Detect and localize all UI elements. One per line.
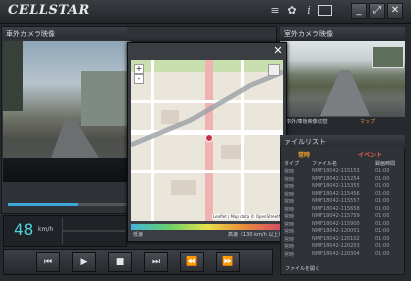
app-window: CELLSTAR ≡ ✿ i _ ⤢ ✕ 車外カメラ映像 室外カメラ映像 車外/… — [0, 0, 411, 281]
column-filename[interactable]: ファイル名 — [312, 160, 337, 167]
cell-time: 01:00 — [375, 168, 390, 174]
table-row[interactable]: 常時 NMF18042-115355 01:00 — [283, 183, 403, 190]
cell-type: 常時 — [284, 244, 295, 250]
table-row[interactable]: 常時 NMF18042-115557 01:00 — [283, 198, 403, 205]
cell-type: 常時 — [284, 236, 295, 243]
cell-name: NMF18042-115456 — [312, 190, 360, 197]
cell-name: NMF18042-120001 — [312, 228, 360, 234]
table-row[interactable]: 常時 NMF18042-115759 01:00 — [283, 213, 403, 220]
map-zoom-in-button[interactable]: + — [134, 64, 144, 74]
camera-icon[interactable] — [318, 5, 332, 16]
tab-normal[interactable]: 常時 — [298, 150, 310, 159]
cell-time: 01:00 — [375, 213, 390, 219]
cell-type: 常時 — [284, 184, 295, 190]
cell-name: NMF18042-115557 — [312, 198, 360, 204]
list-icon[interactable]: ≡ — [268, 4, 282, 18]
cell-time: 01:00 — [375, 205, 390, 212]
speed-high-label: 高速（130 km/h 以上） — [228, 232, 284, 238]
speed-color-scale — [131, 224, 283, 230]
cell-name: NMF18042-115355 — [312, 183, 360, 189]
cell-name: NMF18042-120203 — [312, 243, 360, 249]
front-timeline-progress — [8, 203, 78, 206]
map-zoom-out-button[interactable]: - — [134, 74, 144, 84]
table-row[interactable]: 常時 NMF18042-115254 01:00 — [283, 176, 403, 183]
speed-unit: km/h — [38, 226, 54, 233]
g-sensor-graph — [62, 218, 125, 244]
rewind-button[interactable]: ⏪ — [180, 252, 204, 272]
rear-pip-thumbnail[interactable] — [372, 46, 404, 68]
table-row[interactable]: 常時 NMF18042-120001 01:00 — [283, 228, 403, 235]
cell-type: 常時 — [284, 221, 295, 228]
table-row[interactable]: 常時 NMF18042-115658 01:00 — [283, 206, 403, 213]
cell-time: 01:00 — [375, 175, 390, 182]
cell-type: 常時 — [284, 199, 295, 205]
cell-name: NMF18042-115254 — [312, 175, 360, 182]
info-icon[interactable]: i — [302, 4, 316, 18]
cell-type: 常時 — [284, 169, 295, 175]
column-duration[interactable]: 録画時間 — [375, 160, 395, 167]
table-row[interactable]: 常時 NMF18042-120304 01:00 — [283, 251, 403, 258]
cell-type: 常時 — [284, 191, 295, 198]
cell-type: 常時 — [284, 251, 295, 258]
fast-forward-button[interactable]: ⏩ — [216, 252, 240, 272]
cell-name: NMF18042-115900 — [312, 220, 360, 227]
cell-name: NMF18042-115759 — [312, 213, 360, 219]
cell-time: 01:00 — [375, 235, 390, 242]
cell-time: 01:00 — [375, 198, 390, 204]
cell-name: NMF18042-120304 — [312, 250, 360, 257]
view-switch-label[interactable]: 車外/車後映像切替 — [286, 118, 328, 125]
app-logo: CELLSTAR — [8, 3, 90, 18]
cell-time: 01:00 — [375, 228, 390, 234]
column-type[interactable]: タイプ — [284, 160, 299, 167]
cell-name: NMF18042-120102 — [312, 235, 360, 242]
cell-type: 常時 — [284, 206, 295, 213]
speed-value: 48 — [14, 220, 34, 239]
front-camera-dashboard — [3, 158, 131, 182]
table-row[interactable]: 常時 NMF18042-115900 01:00 — [283, 221, 403, 228]
stop-button[interactable]: ■ — [108, 252, 132, 272]
cell-name: NMF18042-115658 — [312, 205, 360, 212]
gear-icon[interactable]: ✿ — [285, 4, 299, 18]
table-row[interactable]: 常時 NMF18042-120102 01:00 — [283, 236, 403, 243]
cell-time: 01:00 — [375, 220, 390, 227]
speed-low-label: 低速 — [133, 232, 144, 238]
cell-time: 01:00 — [375, 183, 390, 189]
map-close-button[interactable]: ✕ — [272, 45, 284, 57]
map-attribution: Leaflet | Map data © OpenStreetMap — [212, 214, 289, 219]
rear-camera-title: 室外カメラ映像 — [280, 27, 405, 39]
cell-time: 01:00 — [375, 190, 390, 197]
cell-time: 01:00 — [375, 250, 390, 257]
next-file-button[interactable]: ⏭ — [144, 252, 168, 272]
prev-file-button[interactable]: ⏮ — [36, 252, 60, 272]
layers-icon[interactable] — [268, 64, 280, 76]
tab-event[interactable]: イベント — [358, 150, 382, 159]
front-camera-title: 車外カメラ映像 — [2, 27, 127, 39]
maximize-button[interactable]: ⤢ — [369, 3, 385, 19]
table-row[interactable]: 常時 NMF18042-115456 01:00 — [283, 191, 403, 198]
open-file-button[interactable]: ファイルを開く — [285, 265, 320, 272]
cell-name: NMF18042-115153 — [312, 168, 360, 174]
cell-type: 常時 — [284, 176, 295, 183]
cell-time: 01:00 — [375, 243, 390, 249]
cell-type: 常時 — [284, 214, 295, 220]
map-button[interactable]: マップ — [360, 118, 375, 125]
cell-type: 常時 — [284, 229, 295, 235]
close-button[interactable]: ✕ — [387, 3, 403, 19]
table-row[interactable]: 常時 NMF18042-115153 01:00 — [283, 168, 403, 175]
file-list-title: ァイルリスト — [280, 135, 405, 147]
map-view[interactable] — [131, 60, 283, 221]
minimize-button[interactable]: _ — [351, 3, 367, 19]
play-button[interactable]: ▶ — [72, 252, 96, 272]
table-row[interactable]: 常時 NMF18042-120203 01:00 — [283, 243, 403, 250]
